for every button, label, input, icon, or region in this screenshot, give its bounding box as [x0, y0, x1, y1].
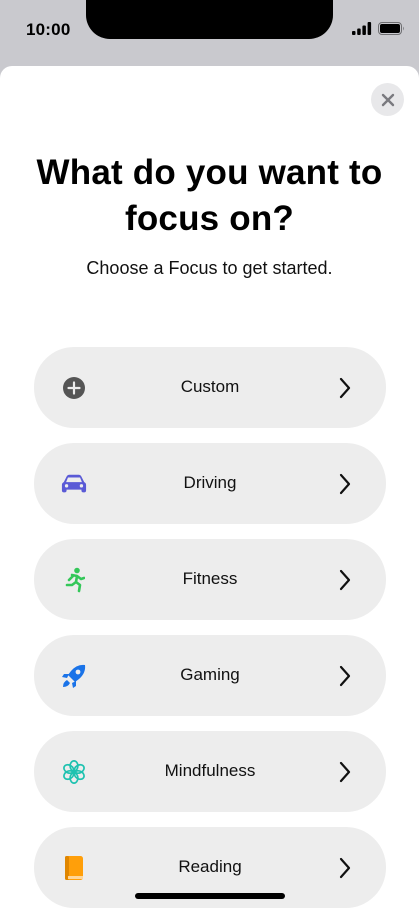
status-icons: [352, 22, 405, 35]
flower-icon: [61, 759, 87, 785]
running-person-icon: [61, 567, 87, 593]
chevron-right-icon: [339, 857, 351, 879]
focus-option-label: Mindfulness: [164, 761, 256, 780]
status-bar: 10:00: [0, 0, 419, 66]
chevron-right-icon: [339, 569, 351, 591]
close-button[interactable]: [371, 83, 404, 116]
car-icon: [61, 471, 87, 497]
battery-icon: [378, 22, 404, 35]
focus-option-label: Fitness: [182, 569, 238, 588]
page-title: What do you want to focus on?: [36, 153, 383, 238]
home-indicator[interactable]: [135, 893, 285, 899]
chevron-right-icon: [339, 665, 351, 687]
focus-option-mindfulness[interactable]: Mindfulness: [34, 731, 386, 812]
plus-circle-icon: [61, 375, 87, 401]
focus-option-label: Driving: [183, 473, 237, 492]
focus-option-custom[interactable]: Custom: [34, 347, 386, 428]
signal-icon: [352, 22, 372, 35]
status-time: 10:00: [26, 20, 71, 39]
notch: [86, 0, 333, 39]
focus-option-label: Reading: [178, 857, 242, 876]
focus-option-label: Gaming: [180, 665, 240, 684]
page-subtitle: Choose a Focus to get started.: [86, 258, 333, 278]
focus-option-gaming[interactable]: Gaming: [34, 635, 386, 716]
focus-option-fitness[interactable]: Fitness: [34, 539, 386, 620]
rocket-icon: [61, 663, 87, 689]
chevron-right-icon: [339, 377, 351, 399]
focus-option-label: Custom: [180, 377, 240, 396]
chevron-right-icon: [339, 473, 351, 495]
chevron-right-icon: [339, 761, 351, 783]
focus-option-driving[interactable]: Driving: [34, 443, 386, 524]
book-icon: [61, 855, 87, 881]
close-icon: [381, 93, 394, 106]
